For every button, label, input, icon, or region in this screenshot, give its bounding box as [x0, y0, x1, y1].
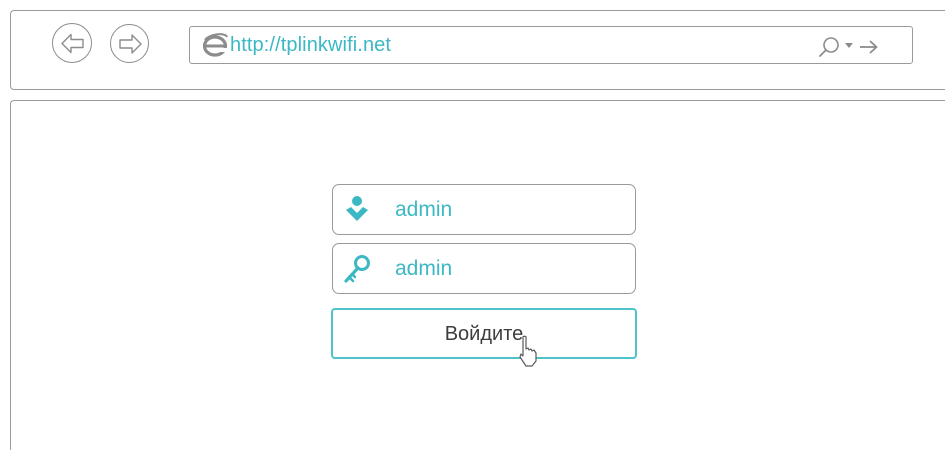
- address-bar[interactable]: http://tplinkwifi.net: [189, 26, 913, 64]
- login-button[interactable]: Войдите: [331, 308, 637, 359]
- password-field[interactable]: admin: [332, 243, 636, 294]
- forward-arrow-icon: [119, 34, 142, 54]
- go-arrow-icon[interactable]: [859, 39, 879, 55]
- username-field[interactable]: admin: [332, 184, 636, 235]
- password-value: admin: [395, 257, 453, 280]
- internet-explorer-icon: [203, 33, 228, 57]
- search-icon[interactable]: [818, 36, 842, 58]
- dropdown-icon[interactable]: [845, 43, 853, 49]
- forward-button[interactable]: [110, 24, 149, 63]
- back-arrow-icon: [61, 33, 84, 54]
- key-icon: [344, 255, 370, 283]
- username-value: admin: [395, 198, 453, 221]
- url-text: http://tplinkwifi.net: [230, 34, 392, 56]
- pointer-cursor-icon: [519, 335, 537, 367]
- back-button[interactable]: [52, 23, 92, 63]
- user-icon: [346, 196, 368, 221]
- browser-toolbar: http://tplinkwifi.net: [10, 10, 945, 90]
